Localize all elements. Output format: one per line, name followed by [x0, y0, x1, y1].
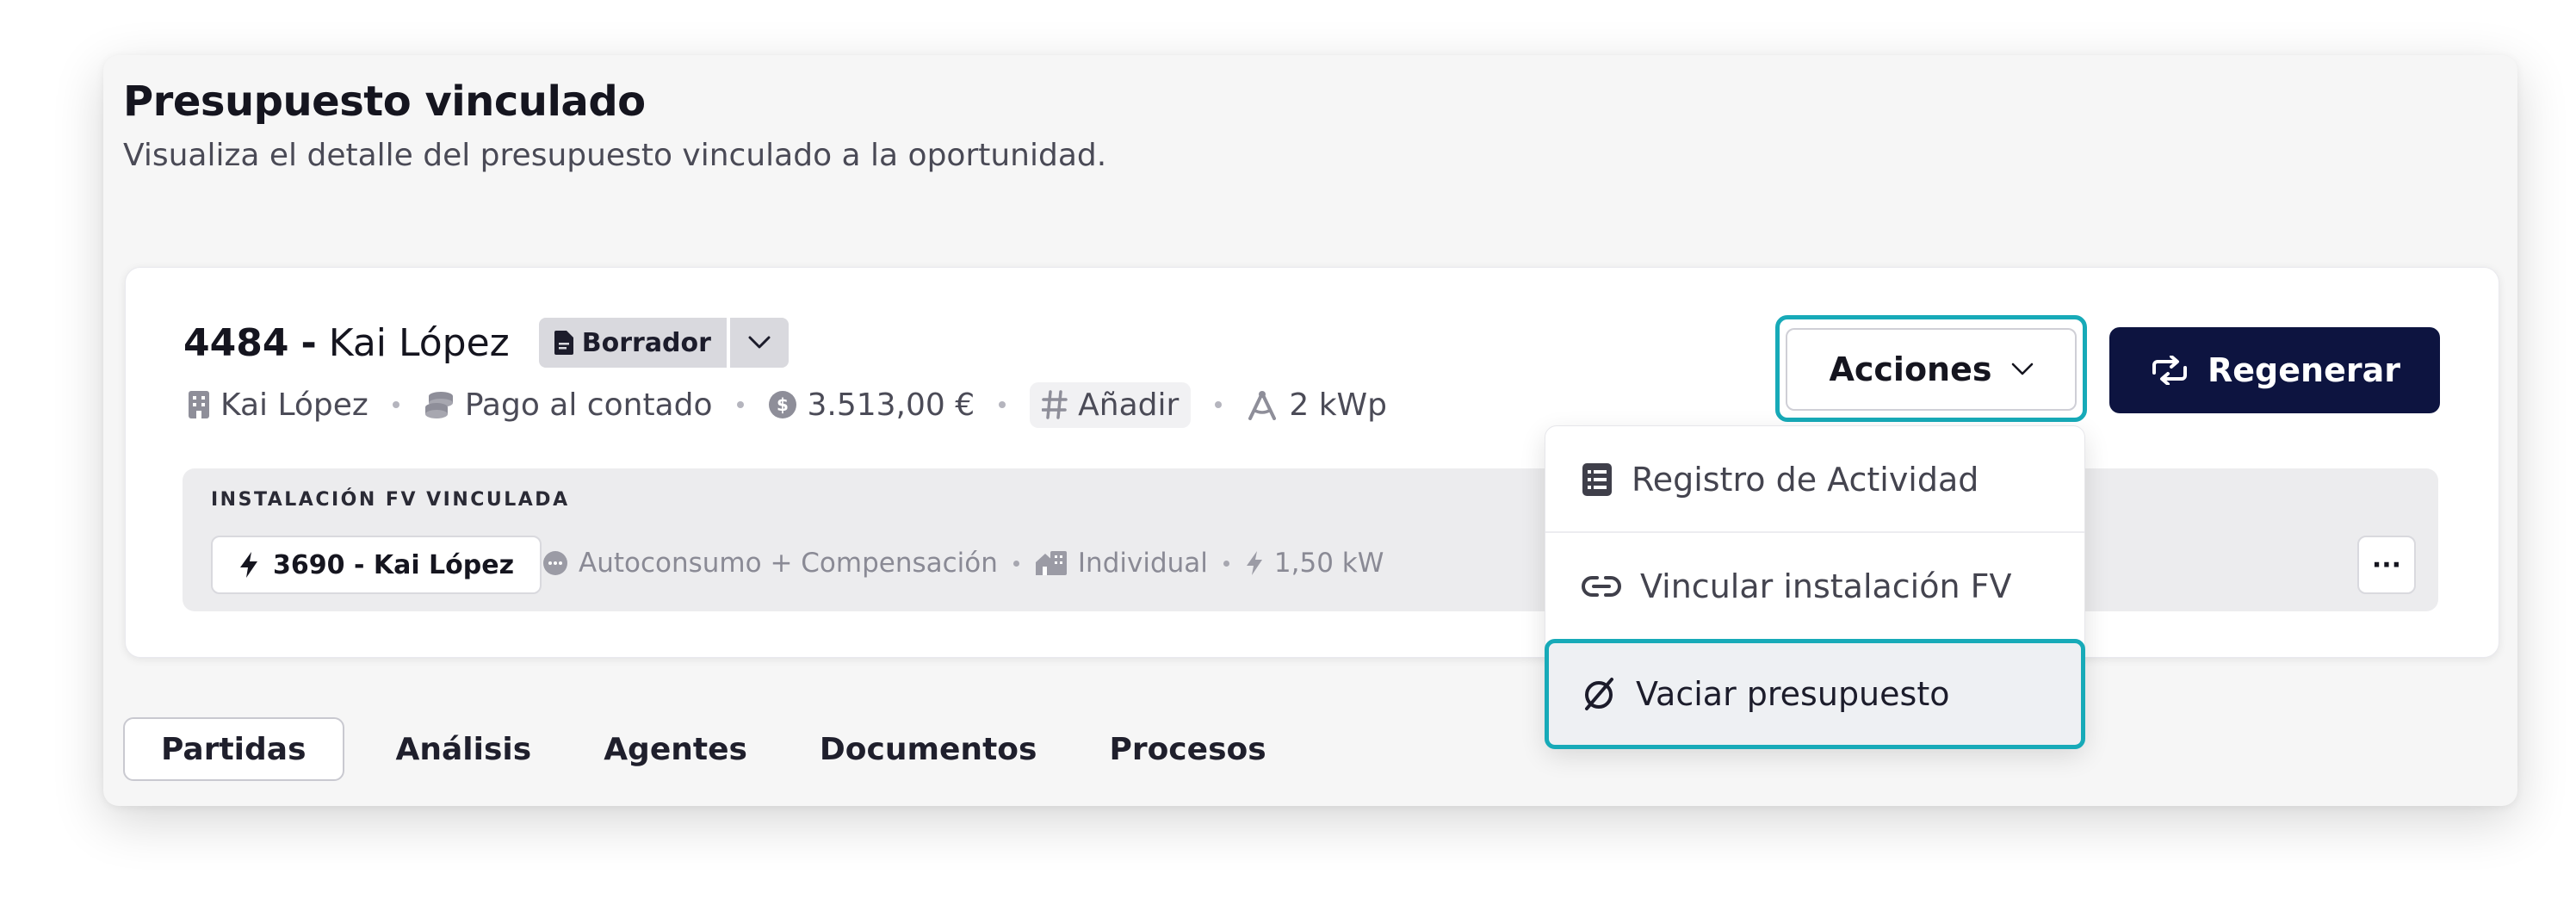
actions-label: Acciones: [1829, 350, 1992, 388]
tab-analisis[interactable]: Análisis: [360, 717, 568, 781]
menu-item-link-installation[interactable]: Vincular instalación FV: [1545, 533, 2084, 640]
separator-dot: [999, 401, 1006, 408]
empty-set-icon: [1581, 676, 1617, 712]
separator-dot: [392, 401, 399, 408]
regenerate-label: Regenerar: [2208, 351, 2400, 389]
company-name: Kai López: [220, 387, 368, 423]
meta-company: Kai López: [188, 387, 368, 423]
svg-text:$: $: [777, 394, 789, 415]
regenerate-button[interactable]: Regenerar: [2109, 327, 2440, 413]
menu-item-label: Vaciar presupuesto: [1636, 675, 1950, 713]
more-options-button[interactable]: ···: [2357, 536, 2416, 594]
menu-item-activity-log[interactable]: Registro de Actividad: [1545, 426, 2084, 533]
actions-button[interactable]: Acciones: [1786, 328, 2077, 411]
panel-title: Presupuesto vinculado: [123, 77, 646, 126]
bolt-icon: [238, 551, 259, 579]
install-power-label: 1,50 kW: [1273, 548, 1384, 579]
add-tag-label: Añadir: [1078, 387, 1180, 423]
dollar-circle-icon: $: [768, 390, 797, 419]
meta-amount: $ 3.513,00 €: [768, 387, 975, 423]
tab-procesos[interactable]: Procesos: [1073, 717, 1302, 781]
house-building-icon: [1035, 550, 1068, 576]
budget-number: 4484: [183, 320, 289, 365]
status-label: Borrador: [581, 327, 711, 358]
document-icon: [554, 331, 573, 355]
budget-client-name[interactable]: Kai López: [329, 321, 510, 365]
tab-documentos[interactable]: Documentos: [783, 717, 1074, 781]
budget-amount: 3.513,00 €: [807, 387, 975, 423]
status-badge[interactable]: Borrador: [538, 318, 727, 368]
install-mode-label: Autoconsumo + Compensación: [579, 548, 998, 579]
bolt-icon: [1245, 550, 1264, 576]
budget-meta: Kai López Pago al contado $ 3.513,00 € A…: [188, 379, 1387, 431]
building-icon: [188, 390, 210, 419]
meta-payment: Pago al contado: [424, 387, 713, 423]
hash-icon: [1042, 390, 1068, 419]
tab-bar: Partidas Análisis Agentes Documentos Pro…: [123, 716, 1303, 782]
panel-subtitle: Visualiza el detalle del presupuesto vin…: [123, 138, 1107, 173]
chevron-down-icon: [2011, 363, 2034, 376]
install-mode: Autoconsumo + Compensación: [542, 548, 998, 579]
status-group: Borrador: [538, 318, 789, 368]
add-tag-chip[interactable]: Añadir: [1030, 381, 1192, 428]
payment-method: Pago al contado: [464, 387, 713, 423]
separator-dot: [1215, 401, 1223, 408]
install-type-label: Individual: [1077, 548, 1208, 579]
install-power: 1,50 kW: [1245, 548, 1384, 579]
chat-bubble-icon: [542, 550, 568, 576]
repeat-icon: [2149, 356, 2190, 385]
tab-agentes[interactable]: Agentes: [567, 717, 783, 781]
budget-header: 4484 - Kai López Borrador: [183, 317, 789, 369]
installation-meta: Autoconsumo + Compensación Individual 1,…: [542, 541, 1384, 586]
status-dropdown-toggle[interactable]: [729, 318, 789, 368]
installation-pill-label: 3690 - Kai López: [273, 549, 515, 580]
budget-power: 2 kWp: [1289, 387, 1387, 423]
separator-dot: [1223, 560, 1229, 567]
linked-installation-label: INSTALACIÓN FV VINCULADA: [211, 489, 570, 511]
link-icon: [1582, 575, 1621, 598]
separator-dot: [736, 401, 744, 408]
separator-dot: [1012, 560, 1019, 567]
menu-item-label: Registro de Actividad: [1632, 461, 1979, 499]
meta-power: 2 kWp: [1246, 387, 1387, 423]
tab-partidas[interactable]: Partidas: [123, 717, 344, 781]
menu-item-label: Vincular instalación FV: [1640, 567, 2012, 605]
list-icon: [1582, 462, 1613, 497]
chevron-down-icon: [748, 336, 771, 350]
menu-item-empty-budget[interactable]: Vaciar presupuesto: [1545, 639, 2085, 749]
compass-icon: [1246, 389, 1279, 420]
ellipsis-icon: ···: [2371, 549, 2402, 580]
install-type: Individual: [1035, 548, 1208, 579]
budget-dash: -: [300, 320, 317, 365]
coins-icon: [424, 390, 455, 419]
installation-pill[interactable]: 3690 - Kai López: [211, 536, 542, 594]
